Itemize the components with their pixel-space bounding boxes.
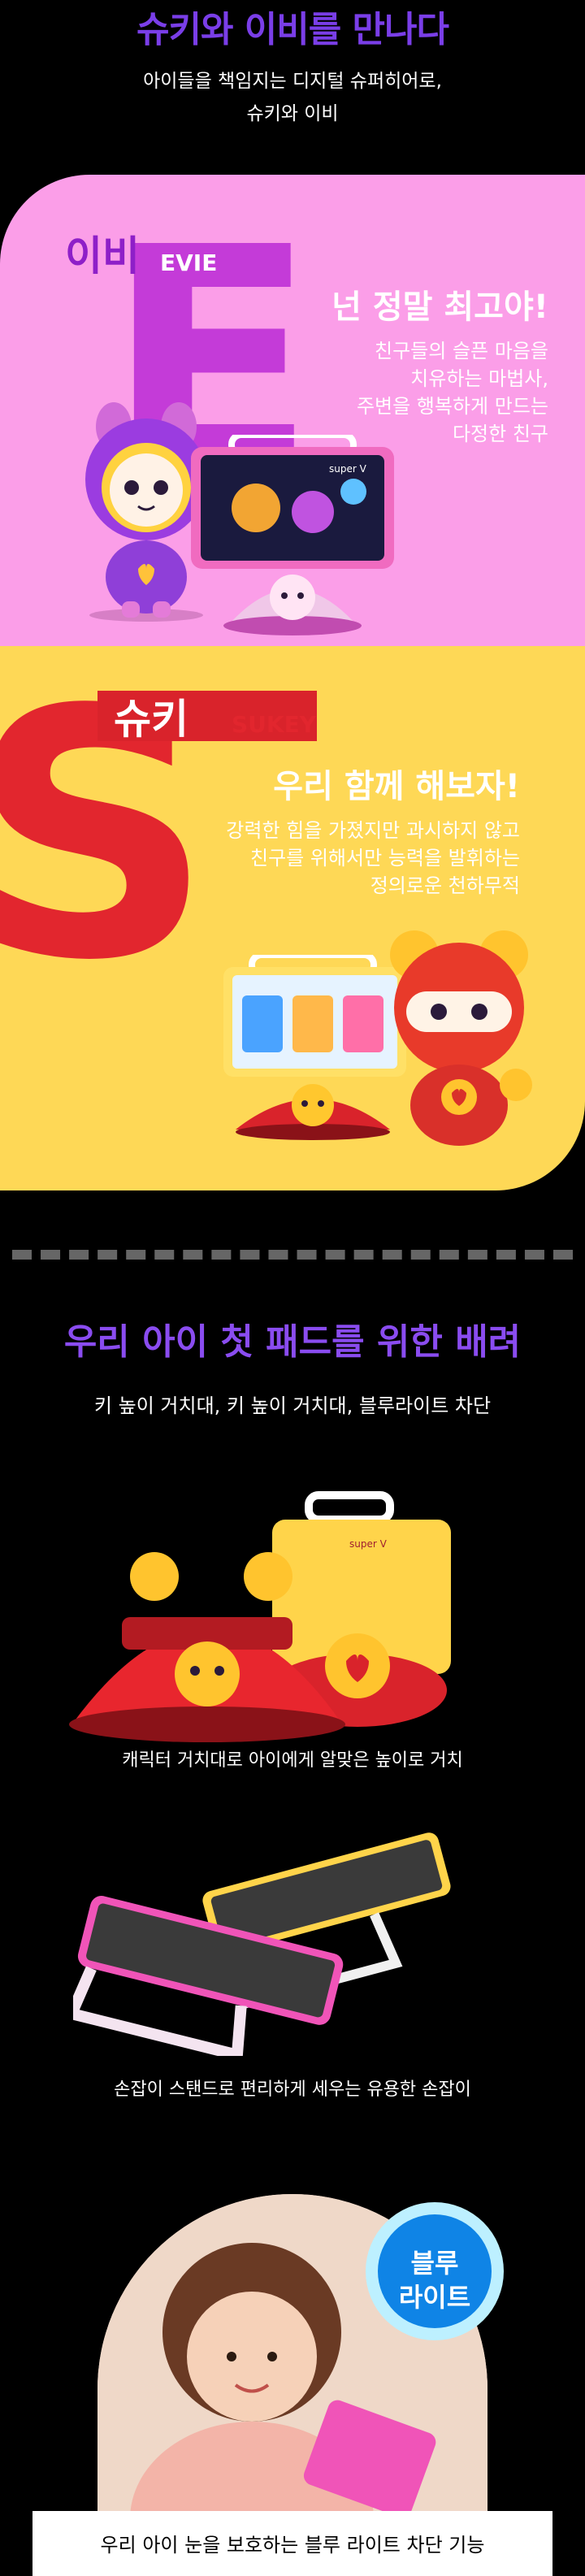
stand-tablet-brand: super V — [349, 1538, 387, 1550]
evie-name-en: EVIE — [160, 249, 218, 276]
blue-light-badge-text: 블루 — [410, 2248, 459, 2279]
sukey-name-en: SUKEY — [232, 711, 317, 738]
page-subtitle: 아이들을 책임지는 디지털 슈퍼히어로, 슈키와 이비 — [0, 65, 585, 130]
dashed-divider — [12, 1250, 573, 1260]
evie-description: 친구들의 슬픈 마음을 치유하는 마법사, 주변을 행복하게 만드는 다정한 친… — [280, 337, 548, 448]
handle-tablets-illustration — [73, 1832, 451, 2056]
page-title: 슈키와 이비를 만나다 — [136, 9, 449, 50]
sukey-name-ko: 슈키 — [114, 696, 188, 743]
sukey-desc-line: 정의로운 천하무적 — [370, 874, 520, 897]
evie-name-ko: 이비 — [65, 232, 140, 280]
subtitle-line: 슈키와 이비 — [246, 103, 339, 124]
blue-light-badge-text: 라이트 — [398, 2282, 471, 2313]
caption-handle: 손잡이 스탠드로 편리하게 세우는 유용한 손잡이 — [114, 2079, 471, 2100]
evie-desc-line: 치유하는 마법사, — [410, 367, 548, 390]
sukey-headline: 우리 함께 해보자! — [273, 768, 520, 805]
sukey-panel: S 슈키 SUKEY 우리 함께 해보자! 강력한 힘을 가졌지만 과시하지 않… — [0, 646, 585, 1190]
evie-desc-line: 주변을 행복하게 만드는 — [356, 395, 548, 418]
sukey-desc-line: 강력한 힘을 가졌지만 과시하지 않고 — [226, 819, 520, 842]
caption-stand: 캐릭터 거치대로 아이에게 알맞은 높이로 거치 — [122, 1750, 463, 1771]
sukey-desc-line: 친구를 위해서만 능력을 발휘하는 — [249, 847, 520, 870]
evie-desc-line: 친구들의 슬픈 마음을 — [375, 340, 548, 362]
blue-light-banner-text: 우리 아이 눈을 보호하는 블루 라이트 차단 기능 — [100, 2534, 485, 2556]
subtitle-line: 아이들을 책임지는 디지털 슈퍼히어로, — [143, 71, 442, 92]
character-stands-illustration — [69, 1491, 451, 1742]
evie-headline: 넌 정말 최고야! — [332, 288, 548, 326]
sukey-description: 강력한 힘을 가졌지만 과시하지 않고 친구를 위해서만 능력을 발휘하는 정의… — [179, 817, 520, 900]
features-subtitle: 키 높이 거치대, 키 높이 거치대, 블루라이트 차단 — [93, 1394, 492, 1417]
evie-tablet-brand: super V — [329, 463, 366, 475]
sukey-character-illustration — [390, 930, 532, 1146]
features-title: 우리 아이 첫 패드를 위한 배려 — [63, 1321, 522, 1363]
evie-panel: E 이비 EVIE 넌 정말 최고야! 친구들의 슬픈 마음을 치유하는 마법사… — [0, 175, 585, 646]
evie-tablet-illustration — [191, 435, 394, 635]
